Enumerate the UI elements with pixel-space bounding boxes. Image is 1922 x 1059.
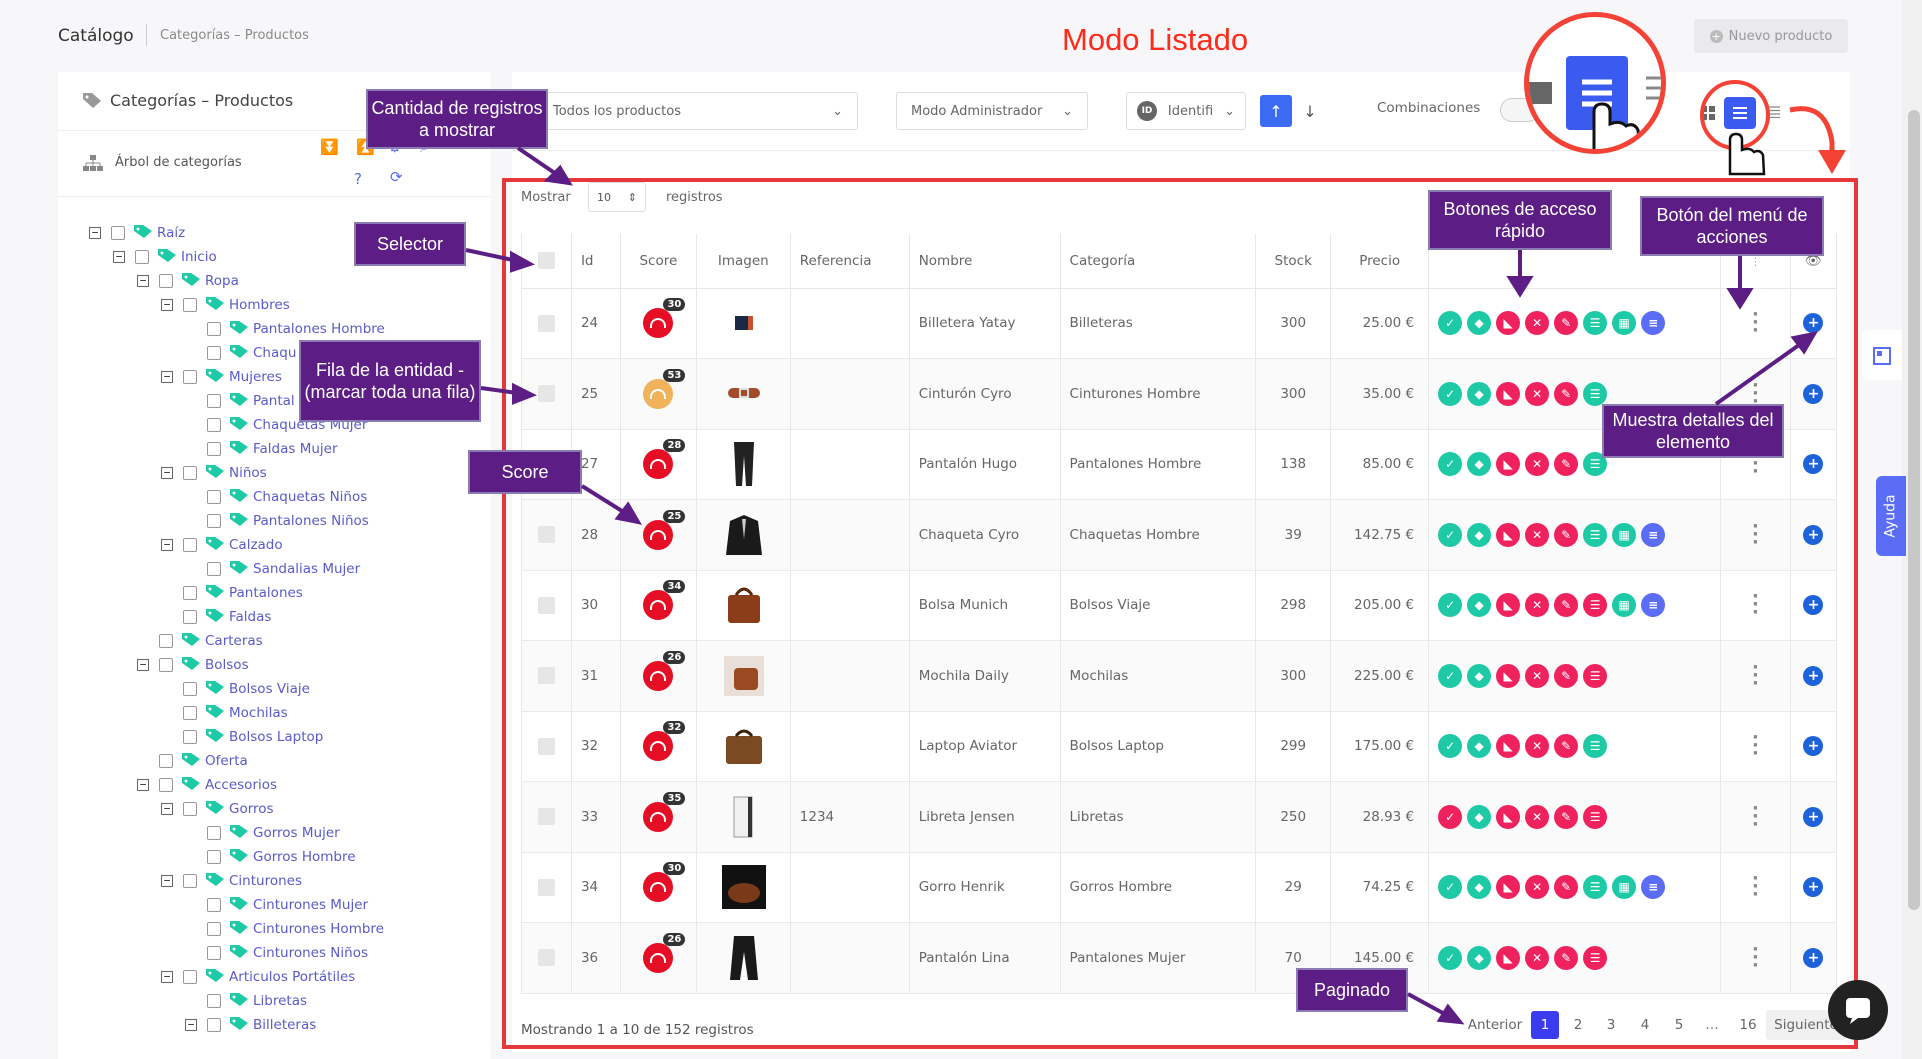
chat-button[interactable] (1828, 980, 1888, 1040)
scrollbar-thumb[interactable] (1908, 110, 1920, 910)
callout-arrows (465, 146, 1818, 1025)
side-panel-tab[interactable] (1862, 330, 1902, 380)
help-tab[interactable]: Ayuda (1876, 476, 1906, 556)
